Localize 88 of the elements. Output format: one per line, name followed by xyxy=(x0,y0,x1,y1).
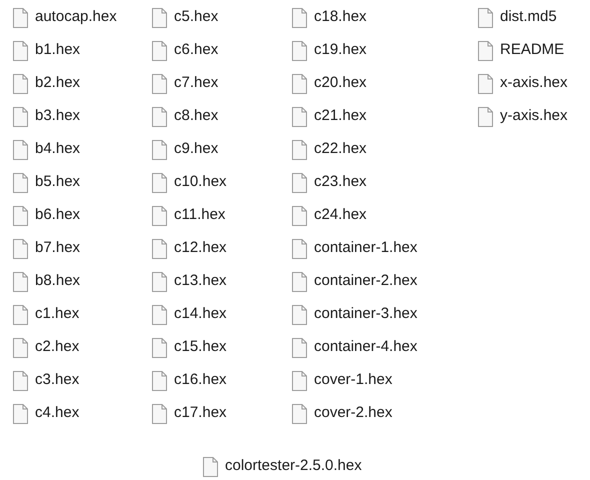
file-name[interactable]: dist.md5 xyxy=(500,6,557,29)
file-name[interactable]: c10.hex xyxy=(174,171,227,194)
file-name[interactable]: c23.hex xyxy=(314,171,367,194)
file-name[interactable]: c17.hex xyxy=(174,402,227,425)
file-name[interactable]: colortester-2.5.0.hex xyxy=(225,455,362,478)
file-icon xyxy=(292,140,307,160)
file-name[interactable]: b1.hex xyxy=(35,39,80,62)
file-name[interactable]: cover-2.hex xyxy=(314,402,392,425)
file-name[interactable]: container-4.hex xyxy=(314,336,418,359)
file-icon xyxy=(13,74,28,94)
file-icon xyxy=(13,8,28,28)
file-name[interactable]: autocap.hex xyxy=(35,6,117,29)
file-icon xyxy=(13,272,28,292)
file-icon xyxy=(292,206,307,226)
file-name[interactable]: b5.hex xyxy=(35,171,80,194)
file-name[interactable]: c6.hex xyxy=(174,39,218,62)
file-icon xyxy=(13,40,28,60)
file-name[interactable]: c3.hex xyxy=(35,369,80,392)
file-icon xyxy=(292,370,307,390)
file-name[interactable]: README xyxy=(500,39,564,62)
file-icon xyxy=(292,74,307,94)
file-icon xyxy=(13,140,28,160)
file-icon xyxy=(152,206,167,226)
file-icon xyxy=(152,40,167,60)
file-icon xyxy=(292,40,307,60)
file-icon xyxy=(13,304,28,324)
file-icon xyxy=(152,106,167,126)
file-icon xyxy=(203,456,218,476)
file-icon xyxy=(13,338,28,358)
file-icon xyxy=(13,404,28,424)
file-name[interactable]: container-2.hex xyxy=(314,270,418,293)
file-name[interactable]: cover-1.hex xyxy=(314,369,392,392)
file-name[interactable]: b2.hex xyxy=(35,72,80,95)
file-name[interactable]: c18.hex xyxy=(314,6,367,29)
file-name[interactable]: b7.hex xyxy=(35,237,80,260)
file-icon xyxy=(152,272,167,292)
file-name[interactable]: b8.hex xyxy=(35,270,80,293)
file-name[interactable]: c22.hex xyxy=(314,138,367,161)
file-name[interactable]: b4.hex xyxy=(35,138,80,161)
file-name[interactable]: b3.hex xyxy=(35,105,80,128)
file-name[interactable]: c11.hex xyxy=(174,204,226,227)
file-name[interactable]: c8.hex xyxy=(174,105,218,128)
file-icon xyxy=(292,172,307,192)
file-icon xyxy=(292,304,307,324)
file-name[interactable]: c16.hex xyxy=(174,369,227,392)
file-icon xyxy=(152,370,167,390)
file-icon xyxy=(152,172,167,192)
file-icon xyxy=(292,238,307,258)
file-icon xyxy=(13,238,28,258)
file-icon xyxy=(152,238,167,258)
file-icon xyxy=(478,106,493,126)
file-icon xyxy=(292,8,307,28)
file-icon xyxy=(478,8,493,28)
file-name[interactable]: x-axis.hex xyxy=(500,72,568,95)
file-icon xyxy=(292,106,307,126)
file-name[interactable]: c12.hex xyxy=(174,237,227,260)
file-name[interactable]: c4.hex xyxy=(35,402,80,425)
file-name[interactable]: c24.hex xyxy=(314,204,367,227)
file-name[interactable]: c5.hex xyxy=(174,6,218,29)
file-icon xyxy=(292,338,307,358)
file-icon xyxy=(292,272,307,292)
file-icon xyxy=(13,172,28,192)
file-name[interactable]: c2.hex xyxy=(35,336,80,359)
file-icon xyxy=(152,404,167,424)
file-name[interactable]: container-3.hex xyxy=(314,303,418,326)
file-name[interactable]: c20.hex xyxy=(314,72,367,95)
file-icon xyxy=(152,74,167,94)
file-name[interactable]: b6.hex xyxy=(35,204,80,227)
file-name[interactable]: c15.hex xyxy=(174,336,227,359)
file-icon xyxy=(13,370,28,390)
file-icon xyxy=(152,338,167,358)
file-name[interactable]: c21.hex xyxy=(314,105,367,128)
file-icon xyxy=(13,206,28,226)
file-icon xyxy=(152,8,167,28)
file-name[interactable]: c14.hex xyxy=(174,303,227,326)
file-icon xyxy=(478,74,493,94)
file-name[interactable]: y-axis.hex xyxy=(500,105,568,128)
file-name[interactable]: container-1.hex xyxy=(314,237,418,260)
file-name[interactable]: c13.hex xyxy=(174,270,227,293)
file-icon xyxy=(152,304,167,324)
file-icon xyxy=(478,40,493,60)
file-name[interactable]: c19.hex xyxy=(314,39,367,62)
file-icon xyxy=(292,404,307,424)
file-name[interactable]: c9.hex xyxy=(174,138,218,161)
file-icon xyxy=(13,106,28,126)
file-name[interactable]: c7.hex xyxy=(174,72,218,95)
file-name[interactable]: c1.hex xyxy=(35,303,80,326)
file-icon xyxy=(152,140,167,160)
